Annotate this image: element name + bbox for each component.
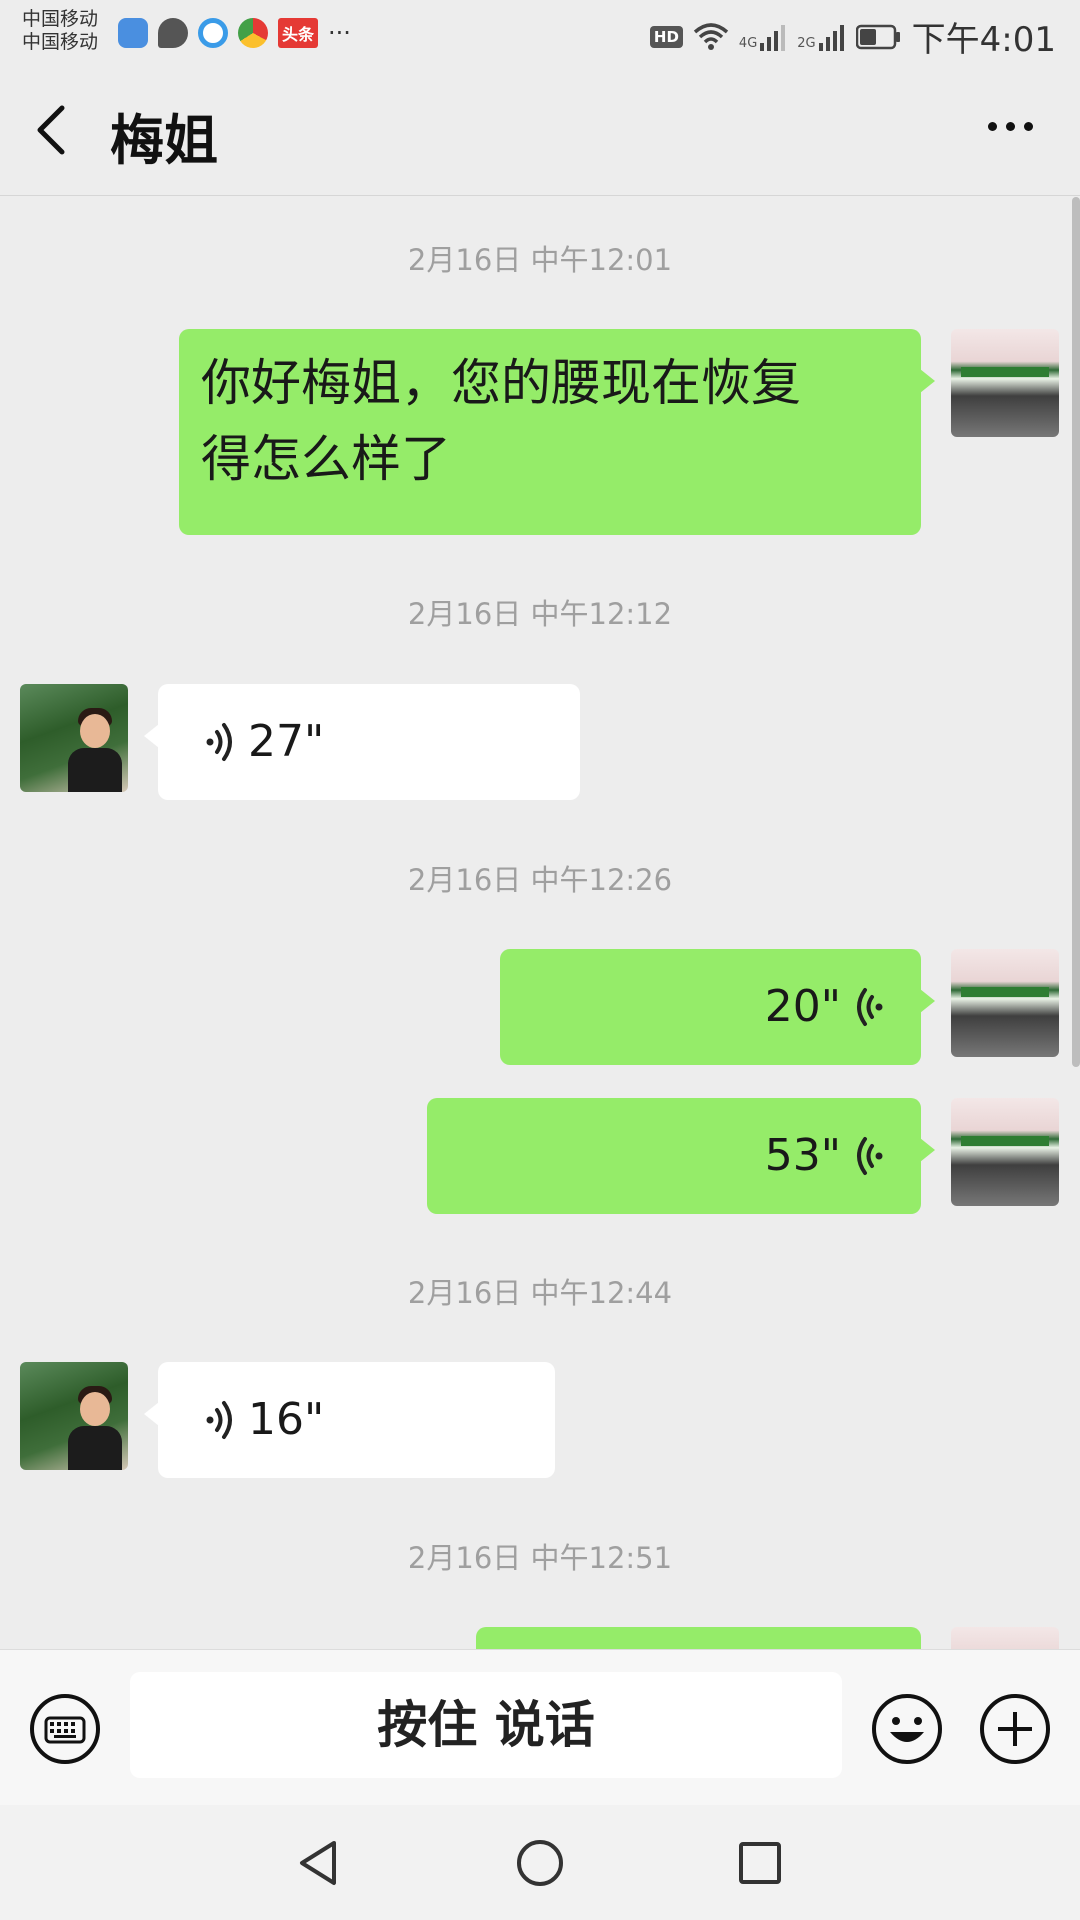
- message-list[interactable]: 2月16日 中午12:01 你好梅姐，您的腰现在恢复 得怎么样了 2月16日 中…: [0, 197, 1080, 1649]
- voice-wave-icon: [857, 1137, 883, 1175]
- chrome-like-icon: [238, 18, 268, 48]
- my-avatar[interactable]: [951, 329, 1059, 437]
- my-avatar[interactable]: [951, 1098, 1059, 1206]
- carrier-1: 中国移动: [22, 8, 99, 30]
- hold-to-talk-button[interactable]: 按住 说话: [130, 1672, 842, 1778]
- voice-message-bubble[interactable]: 53": [427, 1098, 935, 1214]
- contact-avatar[interactable]: [20, 684, 128, 792]
- system-nav-bar: [0, 1805, 1080, 1920]
- carrier-info: 中国移动 中国移动: [22, 8, 98, 54]
- voice-message-bubble[interactable]: 20": [500, 949, 935, 1065]
- voice-duration: 16": [248, 1394, 325, 1445]
- voice-wave-icon: [206, 1401, 232, 1439]
- net-type-2: 2G: [797, 35, 816, 51]
- message-bubble-partial[interactable]: [476, 1627, 921, 1649]
- chat-header: 梅姐: [0, 66, 1080, 196]
- contact-avatar[interactable]: [20, 1362, 128, 1470]
- timestamp: 2月16日 中午12:01: [407, 243, 673, 277]
- plus-icon[interactable]: [978, 1692, 1052, 1766]
- signal-bars-icon: [760, 24, 786, 51]
- voice-wave-icon: [857, 988, 883, 1026]
- browser-icon: [198, 18, 228, 48]
- message-bubble-text[interactable]: 你好梅姐，您的腰现在恢复 得怎么样了: [179, 329, 935, 535]
- carrier-2: 中国移动: [22, 31, 99, 53]
- my-avatar[interactable]: [951, 949, 1059, 1057]
- emoji-icon[interactable]: [870, 1692, 944, 1766]
- status-right: HD 4G 2G 下午4:01: [649, 12, 1056, 61]
- more-dots-icon[interactable]: [980, 106, 1040, 146]
- voice-message-bubble[interactable]: 16": [144, 1362, 555, 1478]
- timestamp: 2月16日 中午12:12: [407, 597, 673, 631]
- timestamp: 2月16日 中午12:26: [407, 863, 673, 897]
- nav-home-icon[interactable]: [510, 1833, 570, 1893]
- message-text-line: 你好梅姐，您的腰现在恢复: [201, 354, 801, 412]
- nav-recents-icon[interactable]: [730, 1833, 790, 1893]
- back-arrow-icon[interactable]: [28, 100, 80, 160]
- message-text-line: 得怎么样了: [201, 430, 451, 488]
- nav-back-icon[interactable]: [290, 1833, 350, 1893]
- notification-icons: 头条 ···: [118, 18, 351, 48]
- timestamp: 2月16日 中午12:44: [407, 1276, 673, 1310]
- signal-2: 2G: [797, 23, 845, 51]
- voice-message-bubble[interactable]: 27": [144, 684, 580, 800]
- wifi-icon: [693, 22, 729, 50]
- clock: 下午4:01: [911, 20, 1056, 60]
- voice-wave-icon: [206, 723, 232, 761]
- hd-badge: HD: [649, 25, 683, 48]
- timestamp: 2月16日 中午12:51: [407, 1541, 673, 1575]
- voice-duration: 53": [764, 1130, 841, 1181]
- voice-duration: 20": [764, 981, 841, 1032]
- net-type-1: 4G: [738, 35, 758, 51]
- signal-1: 4G: [739, 23, 787, 51]
- more-notifications: ···: [328, 19, 351, 47]
- status-bar: 中国移动 中国移动 头条 ··· HD 4G 2G 下午4:01: [0, 0, 1080, 66]
- signal-bars-2-icon: [818, 24, 844, 51]
- my-avatar[interactable]: [951, 1627, 1059, 1649]
- input-bar: 按住 说话: [0, 1649, 1080, 1805]
- chat-title: 梅姐: [110, 109, 218, 172]
- toutiao-icon: 头条: [278, 18, 319, 48]
- voice-duration: 27": [248, 716, 325, 767]
- battery-icon: [855, 24, 900, 49]
- chat-bubble-icon: [158, 18, 188, 48]
- keyboard-icon[interactable]: [28, 1692, 102, 1766]
- shield-app-icon: [118, 18, 148, 48]
